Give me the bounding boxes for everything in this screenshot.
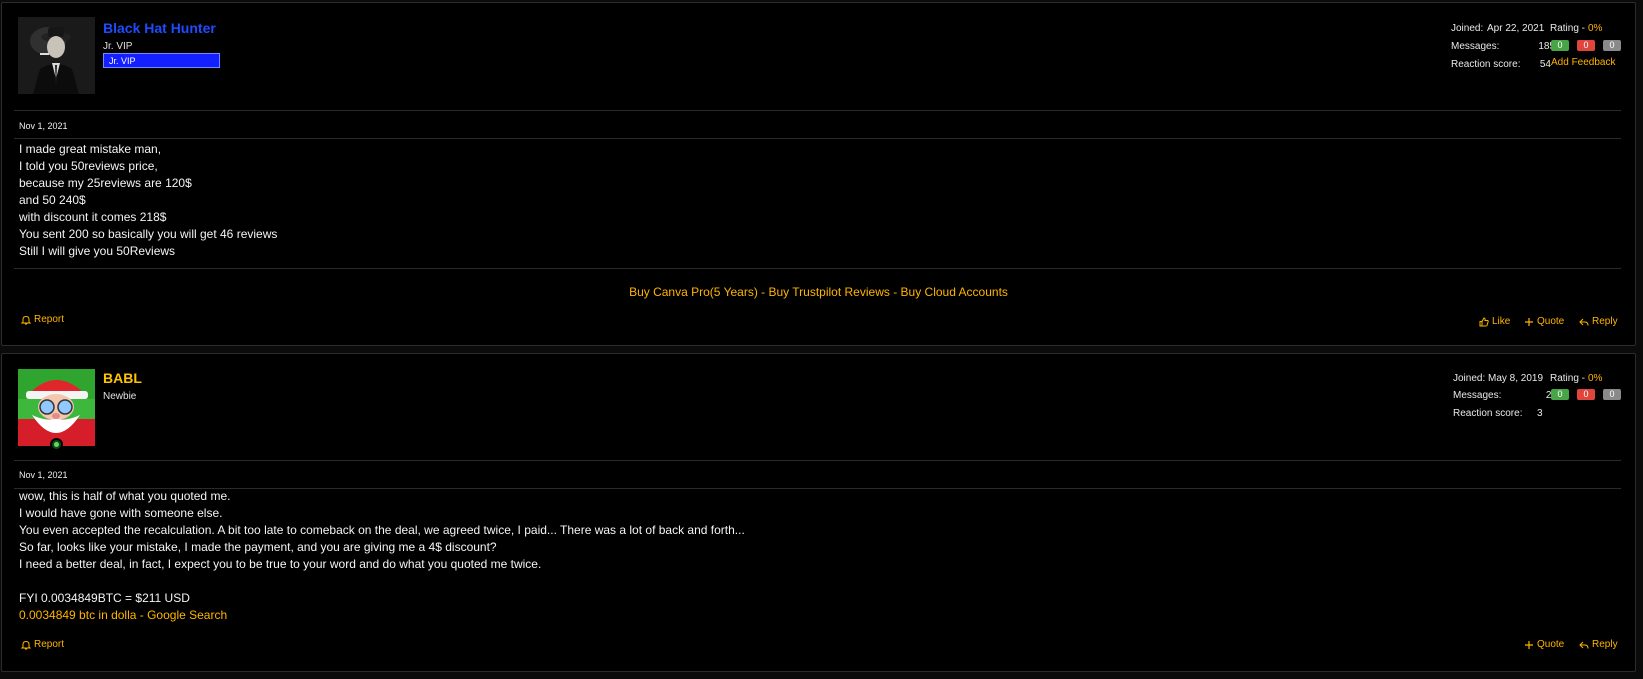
thumbs-up-icon: [1479, 316, 1489, 326]
author-name[interactable]: BABL: [103, 370, 142, 386]
negative-feedback-badge[interactable]: 0: [1577, 389, 1595, 400]
user-title: Jr. VIP: [103, 41, 133, 52]
post-body: I made great mistake man, I told you 50r…: [19, 141, 277, 260]
bell-icon: [21, 315, 31, 325]
bell-icon: [21, 640, 31, 650]
quote-button[interactable]: Quote: [1524, 316, 1564, 327]
post: BABL Newbie Joined: May 8, 2019 Rating -…: [1, 353, 1636, 672]
negative-feedback-badge[interactable]: 0: [1577, 40, 1595, 51]
body-line: I made great mistake man,: [19, 142, 162, 156]
neutral-feedback-badge[interactable]: 0: [1603, 389, 1621, 400]
reply-label: Reply: [1592, 316, 1618, 327]
report-button[interactable]: Report: [21, 314, 64, 325]
rating-value: 0%: [1588, 373, 1603, 384]
post-date[interactable]: Nov 1, 2021: [19, 470, 68, 480]
positive-feedback-badge[interactable]: 0: [1551, 40, 1569, 51]
quote-button[interactable]: Quote: [1524, 639, 1564, 650]
avatar[interactable]: [18, 369, 95, 446]
rating-label: Rating -: [1550, 23, 1586, 34]
body-line: Still I will give you 50Reviews: [19, 244, 176, 258]
body-line: You even accepted the recalculation. A b…: [19, 523, 745, 537]
report-label: Report: [34, 639, 65, 650]
body-line: I need a better deal, in fact, I expect …: [19, 557, 542, 571]
divider: [14, 110, 1621, 111]
avatar[interactable]: [18, 17, 95, 94]
messages-label: Messages:: [1453, 390, 1502, 401]
body-line: with discount it comes 218$: [19, 210, 167, 224]
joined-value: May 8, 2019: [1488, 373, 1544, 384]
online-status-indicator: [50, 438, 63, 451]
body-line: wow, this is half of what you quoted me.: [19, 489, 231, 503]
reaction-label: Reaction score:: [1451, 59, 1521, 70]
report-label: Report: [34, 314, 65, 325]
body-line: You sent 200 so basically you will get 4…: [19, 227, 278, 241]
plus-icon: [1525, 317, 1533, 326]
add-feedback-link[interactable]: Add Feedback: [1551, 57, 1616, 68]
rating-value: 0%: [1588, 23, 1603, 34]
divider: [14, 460, 1621, 461]
body-line: FYI 0.0034849BTC = $211 USD: [19, 591, 190, 605]
post-body: wow, this is half of what you quoted me.…: [19, 488, 745, 624]
like-label: Like: [1492, 316, 1511, 327]
messages-label: Messages:: [1451, 41, 1500, 52]
joined-label: Joined:: [1453, 373, 1486, 384]
reaction-value: 54: [1539, 59, 1551, 70]
body-line: because my 25reviews are 120$: [19, 176, 192, 190]
quote-label: Quote: [1537, 316, 1565, 327]
joined-value: Apr 22, 2021: [1487, 23, 1545, 34]
user-stats: Joined: May 8, 2019 Rating - 0% Messages…: [1453, 373, 1633, 433]
google-search-link[interactable]: 0.0034849 btc in dolla - Google Search: [19, 607, 745, 624]
quote-label: Quote: [1537, 639, 1565, 650]
signature-links[interactable]: Buy Canva Pro(5 Years) - Buy Trustpilot …: [2, 285, 1635, 299]
plus-icon: [1525, 640, 1533, 649]
user-banner: Jr. VIP: [103, 53, 220, 68]
joined-label: Joined:: [1451, 23, 1484, 34]
body-line: [19, 573, 745, 590]
body-line: I told you 50reviews price,: [19, 159, 158, 173]
reply-label: Reply: [1592, 639, 1618, 650]
body-line: and 50 240$: [19, 193, 86, 207]
divider: [14, 138, 1621, 139]
neutral-feedback-badge[interactable]: 0: [1603, 40, 1621, 51]
like-button[interactable]: Like: [1479, 316, 1510, 327]
user-title: Newbie: [103, 391, 137, 402]
rating-label: Rating -: [1550, 373, 1586, 384]
positive-feedback-badge[interactable]: 0: [1551, 389, 1569, 400]
reply-icon: [1579, 318, 1589, 326]
reply-button[interactable]: Reply: [1579, 316, 1618, 327]
reply-icon: [1579, 641, 1589, 649]
reaction-value: 3: [1537, 408, 1543, 419]
post: Black Hat Hunter Jr. VIP Jr. VIP Joined:…: [1, 2, 1636, 346]
signature-divider: [14, 268, 1621, 269]
body-line: So far, looks like your mistake, I made …: [19, 540, 497, 554]
body-line: I would have gone with someone else.: [19, 506, 223, 520]
report-button[interactable]: Report: [21, 639, 64, 650]
author-name[interactable]: Black Hat Hunter: [103, 20, 216, 36]
reaction-label: Reaction score:: [1453, 408, 1523, 419]
post-date[interactable]: Nov 1, 2021: [19, 121, 68, 131]
reply-button[interactable]: Reply: [1579, 639, 1618, 650]
user-stats: Joined: Apr 22, 2021 Rating - 0% Message…: [1451, 23, 1631, 83]
